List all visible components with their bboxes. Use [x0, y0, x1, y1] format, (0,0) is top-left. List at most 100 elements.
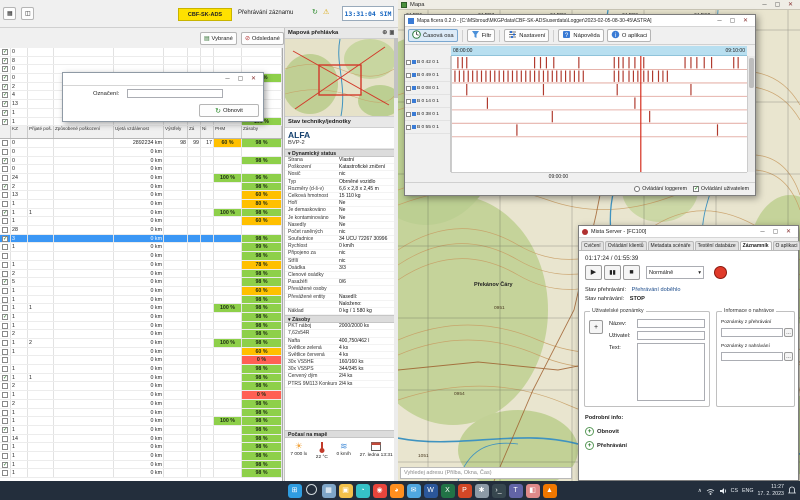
- designation-input[interactable]: [127, 89, 223, 98]
- edge-browser[interactable]: ◔: [356, 484, 370, 498]
- row-checkbox[interactable]: ✓: [2, 236, 8, 242]
- warning-icon[interactable]: ⚠: [323, 8, 329, 16]
- row-checkbox[interactable]: ✓: [2, 375, 8, 381]
- table-row[interactable]: 10 km60 %: [0, 287, 282, 296]
- tab-metadata-scénáře[interactable]: Metadata scénáře: [648, 241, 694, 250]
- row-checkbox[interactable]: [406, 86, 411, 91]
- tray-caret-icon[interactable]: ∧: [698, 488, 702, 494]
- table-row[interactable]: 10 km98 %: [0, 469, 282, 478]
- table-row[interactable]: ✓30 km98 %: [0, 235, 282, 244]
- filter-tracked-button[interactable]: ⊘ Odsledané: [241, 32, 284, 45]
- table-row[interactable]: 20 km98 %: [0, 330, 282, 339]
- map-view-button[interactable]: ◫: [21, 7, 34, 20]
- table-row[interactable]: ✓10 km98 %: [0, 426, 282, 435]
- timeline-close-icon[interactable]: ✕: [739, 16, 752, 26]
- row-checkbox[interactable]: ✓: [2, 462, 8, 468]
- row-checkbox[interactable]: [2, 349, 8, 355]
- table-row[interactable]: 240 km100 %96 %: [0, 174, 282, 183]
- table-row[interactable]: ✓110 km98 %: [0, 374, 282, 383]
- row-checkbox[interactable]: [2, 201, 8, 207]
- timeline-maximize-icon[interactable]: ▢: [726, 16, 739, 26]
- terminal[interactable]: ›_: [492, 484, 506, 498]
- row-checkbox[interactable]: [2, 175, 8, 181]
- row-checkbox[interactable]: [2, 305, 8, 311]
- unit-table-header[interactable]: KZPřijaté poš.Způsobené poškozeníUjetá v…: [0, 126, 282, 139]
- table-row[interactable]: 20 km98 %: [0, 400, 282, 409]
- table-row[interactable]: ✓10 km98 %: [0, 461, 282, 470]
- add-note-button[interactable]: +: [589, 320, 603, 334]
- table-row[interactable]: 120 km100 %98 %: [0, 339, 282, 348]
- row-checkbox[interactable]: [2, 244, 8, 250]
- row-checkbox[interactable]: [2, 149, 8, 155]
- file-explorer[interactable]: ▣: [339, 484, 353, 498]
- timeline-button[interactable]: Časová osa: [408, 29, 458, 42]
- table-row[interactable]: 10 km98 %: [0, 365, 282, 374]
- about-button[interactable]: iO aplikaci: [607, 29, 651, 42]
- excel[interactable]: X: [441, 484, 455, 498]
- language-indicator-2[interactable]: ENG: [742, 488, 753, 494]
- row-checkbox[interactable]: ✓: [2, 427, 8, 433]
- row-checkbox[interactable]: [2, 453, 8, 459]
- row-checkbox[interactable]: [406, 99, 411, 104]
- row-checkbox[interactable]: [2, 401, 8, 407]
- exercise-badge[interactable]: CBF-SK-ADS: [178, 8, 232, 21]
- dialog-titlebar[interactable]: ─ ▢ ✕: [63, 73, 263, 86]
- map-preview[interactable]: [285, 39, 398, 117]
- table-row[interactable]: 10 km60 %: [0, 348, 282, 357]
- row-checkbox[interactable]: [2, 323, 8, 329]
- user-control-checkbox[interactable]: ✓ Ovládání uživatelem: [693, 186, 749, 192]
- row-checkbox[interactable]: [2, 366, 8, 372]
- dynamic-status-header[interactable]: ▾ Dynamický status: [285, 149, 398, 157]
- tab-ovládání-klientů[interactable]: Ovládání klientů: [605, 241, 647, 250]
- settings-button[interactable]: Nastavení: [504, 29, 549, 42]
- timeline-scrollbar[interactable]: [747, 56, 755, 172]
- table-row[interactable]: 0 km98 %: [0, 252, 282, 261]
- timeline-row-label[interactable]: B 0 42 0 1: [405, 56, 450, 69]
- play-button[interactable]: ▶: [585, 265, 602, 280]
- row-checkbox[interactable]: ✓: [2, 158, 8, 164]
- row-checkbox[interactable]: [2, 227, 8, 233]
- chrome-browser[interactable]: ◉: [373, 484, 387, 498]
- language-indicator[interactable]: CS: [731, 488, 738, 494]
- row-checkbox[interactable]: ✓: [2, 101, 8, 107]
- table-row[interactable]: 10 km98 %: [0, 296, 282, 305]
- row-checkbox[interactable]: ✓: [2, 210, 8, 216]
- row-checkbox[interactable]: ✓: [2, 279, 8, 285]
- column-header[interactable]: KZ: [11, 126, 28, 138]
- table-row[interactable]: ✓8: [0, 57, 282, 66]
- close-icon[interactable]: ✕: [784, 0, 797, 10]
- wifi-icon[interactable]: [706, 487, 715, 495]
- column-header[interactable]: Ujetá vzdálenost: [114, 126, 164, 138]
- refresh-icon[interactable]: ↻: [312, 8, 318, 16]
- table-row[interactable]: 0 km0 %: [0, 356, 282, 365]
- row-checkbox[interactable]: [2, 436, 8, 442]
- tab-o-aplikaci[interactable]: O aplikaci: [773, 241, 800, 250]
- column-header[interactable]: [0, 126, 11, 138]
- table-row[interactable]: 00 km: [0, 148, 282, 157]
- row-checkbox[interactable]: [2, 297, 8, 303]
- task-view[interactable]: ▦: [322, 484, 336, 498]
- row-checkbox[interactable]: [2, 262, 8, 268]
- timeline-plot[interactable]: [451, 56, 747, 172]
- row-checkbox[interactable]: [2, 340, 8, 346]
- timeline-row-label[interactable]: B 0 38 0 1: [405, 108, 450, 121]
- mista-close-icon[interactable]: ✕: [782, 227, 795, 237]
- refresh-button[interactable]: ↻ Obnovit: [199, 104, 259, 117]
- table-row[interactable]: 10 km0 %: [0, 391, 282, 400]
- zoom-in-icon[interactable]: ⊕: [382, 28, 387, 39]
- column-header[interactable]: Zá: [188, 126, 201, 138]
- row-checkbox[interactable]: [2, 253, 8, 259]
- table-row[interactable]: 20 km98 %: [0, 270, 282, 279]
- table-row[interactable]: 130 km60 %: [0, 191, 282, 200]
- timeline-row-label[interactable]: B 0 55 0 1: [405, 121, 450, 134]
- row-checkbox[interactable]: [2, 218, 8, 224]
- table-row[interactable]: 00 km: [0, 165, 282, 174]
- record-button[interactable]: [714, 266, 727, 279]
- row-checkbox[interactable]: [2, 392, 8, 398]
- table-row[interactable]: 10 km99 %: [0, 243, 282, 252]
- tab-záznamník[interactable]: Záznamník: [740, 241, 772, 250]
- row-checkbox[interactable]: [2, 192, 8, 198]
- start-button[interactable]: ⊞: [288, 484, 302, 498]
- row-checkbox[interactable]: ✓: [2, 110, 8, 116]
- media-player[interactable]: ▲: [543, 484, 557, 498]
